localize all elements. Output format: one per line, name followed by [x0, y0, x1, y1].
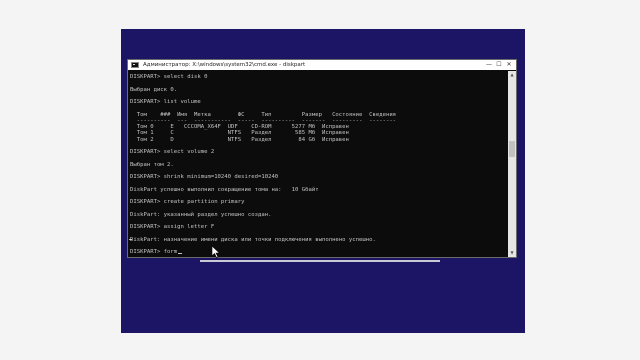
console-line: DISKPART> assign letter F	[130, 224, 215, 230]
console-line: DISKPART> form	[130, 249, 183, 256]
console-line: Выбран диск 0.	[130, 86, 178, 93]
console-line: DISKPART> list volume	[130, 99, 201, 105]
cmd-icon	[131, 62, 139, 68]
mouse-pointer-icon	[212, 246, 220, 258]
console-line: DiskPart успешно выполнил сокращение том…	[130, 186, 319, 193]
console-line: DISKPART> select disk 0	[130, 74, 208, 80]
minimize-button[interactable]: —	[484, 61, 494, 69]
scroll-down-icon[interactable]: ▼	[508, 249, 516, 257]
text-cursor	[178, 253, 183, 254]
scroll-up-icon[interactable]: ▲	[508, 71, 516, 79]
maximize-button[interactable]: ☐	[494, 61, 504, 69]
console-line: DiskPart: назначение имени диска или точ…	[130, 236, 376, 243]
scroll-thumb[interactable]	[509, 141, 515, 157]
window-controls: — ☐ ✕	[484, 61, 514, 69]
cmd-window[interactable]: Администратор: X:\windows\system32\cmd.e…	[127, 59, 517, 258]
console-line: DISKPART> shrink minimum=10240 desired=1…	[130, 174, 279, 180]
console-line: DISKPART> create partition primary	[130, 199, 245, 205]
console-line: DISKPART> select volume 2	[130, 149, 215, 155]
console-output[interactable]: DISKPART> select disk 0 Выбран диск 0. DIS…	[129, 71, 509, 257]
close-button[interactable]: ✕	[504, 61, 514, 69]
window-title: Администратор: X:\windows\system32\cmd.e…	[143, 62, 306, 68]
vertical-scrollbar[interactable]: ▲ ▼	[508, 71, 516, 257]
console-line: Выбран том 2.	[130, 161, 174, 168]
console-line: Том 2 D NTFS Раздел 84 Gб Исправен	[130, 136, 349, 143]
console-line: DiskPart: указанный раздел успешно созда…	[130, 211, 272, 218]
title-bar[interactable]: Администратор: X:\windows\system32\cmd.e…	[128, 60, 516, 70]
video-progress-bar	[200, 260, 440, 262]
